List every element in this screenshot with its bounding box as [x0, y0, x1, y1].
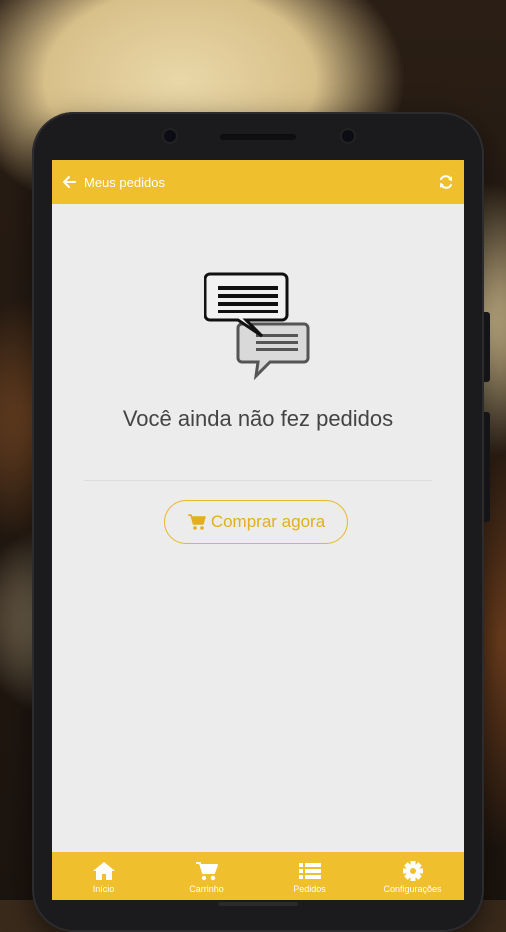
- phone-frame: Meus pedidos Você ainda não fez pedidos …: [32, 112, 490, 932]
- chat-bubbles-icon: [204, 272, 310, 381]
- tab-carrinho[interactable]: Carrinho: [155, 852, 258, 900]
- power-button: [484, 312, 490, 382]
- tab-label: Carrinho: [189, 884, 224, 894]
- home-icon: [92, 862, 115, 880]
- buy-now-button[interactable]: Comprar agora: [164, 500, 348, 544]
- earpiece-speaker: [220, 134, 296, 140]
- cart-icon: [195, 862, 218, 881]
- app-bar: Meus pedidos: [52, 160, 464, 204]
- tab-label: Configurações: [383, 884, 442, 894]
- app-screen: Meus pedidos Você ainda não fez pedidos …: [52, 160, 464, 900]
- page-title: Meus pedidos: [84, 174, 165, 190]
- list-icon: [298, 863, 321, 879]
- home-indicator: [218, 902, 298, 906]
- tab-label: Início: [92, 884, 115, 894]
- bottom-navigation: Início Carrinho Pedidos Configurações: [52, 852, 464, 900]
- tab-inicio[interactable]: Início: [52, 852, 155, 900]
- buy-now-label: Comprar agora: [210, 512, 326, 531]
- empty-orders: Você ainda não fez pedidos Comprar agora: [52, 204, 464, 852]
- cart-icon: [187, 514, 206, 530]
- front-camera: [342, 130, 354, 142]
- volume-button: [484, 412, 490, 522]
- refresh-icon[interactable]: [438, 174, 454, 190]
- tab-pedidos[interactable]: Pedidos: [258, 852, 361, 900]
- gear-icon: [402, 861, 423, 881]
- divider: [84, 480, 432, 481]
- tab-configuracoes[interactable]: Configurações: [361, 852, 464, 900]
- arrow-left-icon[interactable]: [62, 174, 78, 190]
- front-sensor: [164, 130, 176, 142]
- tab-label: Pedidos: [293, 884, 326, 894]
- empty-state-message: Você ainda não fez pedidos: [122, 406, 394, 431]
